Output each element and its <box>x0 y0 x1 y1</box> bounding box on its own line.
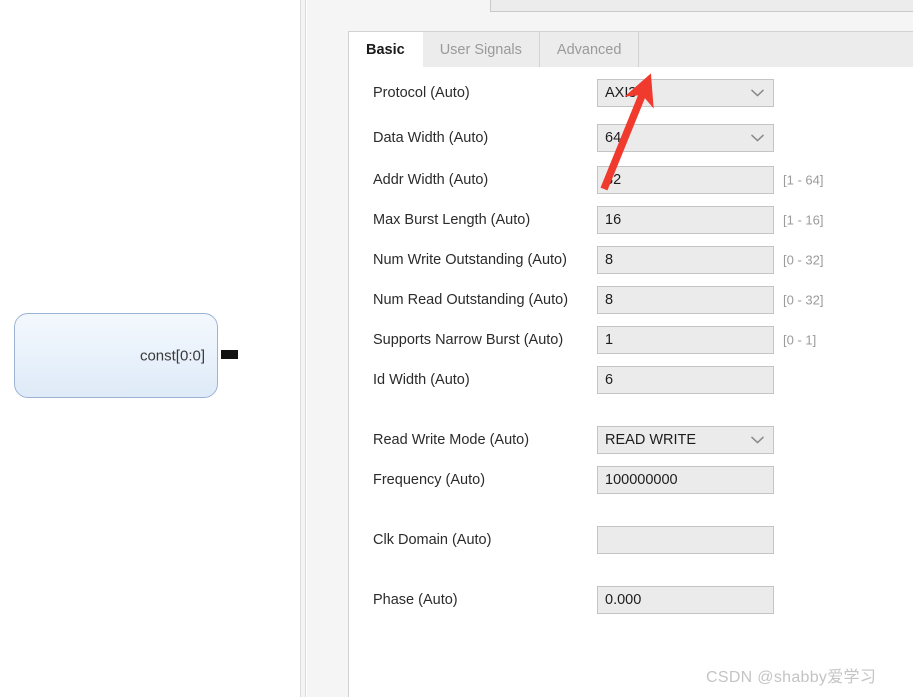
form-row-frequency: Frequency (Auto) 100000000 <box>349 466 913 494</box>
combo-protocol[interactable]: AXI3 <box>597 79 774 107</box>
value-num-write-outstanding: 8 <box>605 252 614 268</box>
tab-user-signals-label: User Signals <box>439 41 522 58</box>
tab-advanced[interactable]: Advanced <box>540 32 640 67</box>
tab-basic-label: Basic <box>366 41 405 58</box>
tab-strip-filler <box>639 32 913 67</box>
hint-addr-width: [1 - 64] <box>783 172 824 188</box>
value-phase: 0.000 <box>605 592 642 608</box>
label-max-burst-length: Max Burst Length (Auto) <box>373 212 531 228</box>
input-addr-width[interactable]: 32 <box>597 166 774 194</box>
value-data-width: 64 <box>605 130 622 146</box>
output-port-stub-icon[interactable] <box>221 350 238 359</box>
input-num-write-outstanding[interactable]: 8 <box>597 246 774 274</box>
value-max-burst-length: 16 <box>605 212 622 228</box>
tab-user-signals[interactable]: User Signals <box>423 32 540 67</box>
input-clk-domain[interactable] <box>597 526 774 554</box>
top-partial-field[interactable] <box>490 0 913 12</box>
form-row-max-burst-length: Max Burst Length (Auto) 16 [1 - 16] <box>349 206 913 234</box>
value-id-width: 6 <box>605 372 614 388</box>
form-row-clk-domain: Clk Domain (Auto) <box>349 526 913 554</box>
form-row-read-write-mode: Read Write Mode (Auto) READ WRITE <box>349 426 913 454</box>
label-id-width: Id Width (Auto) <box>373 372 470 388</box>
input-num-read-outstanding[interactable]: 8 <box>597 286 774 314</box>
label-read-write-mode: Read Write Mode (Auto) <box>373 432 530 448</box>
input-id-width[interactable]: 6 <box>597 366 774 394</box>
form-row-id-width: Id Width (Auto) 6 <box>349 366 913 394</box>
value-frequency: 100000000 <box>605 472 678 488</box>
form-row-phase: Phase (Auto) 0.000 <box>349 586 913 614</box>
chevron-down-icon[interactable] <box>751 436 764 444</box>
label-frequency: Frequency (Auto) <box>373 472 486 488</box>
tab-advanced-label: Advanced <box>556 41 622 58</box>
chevron-down-icon[interactable] <box>751 134 764 142</box>
input-phase[interactable]: 0.000 <box>597 586 774 614</box>
form-row-data-width: Data Width (Auto) 64 <box>349 124 913 152</box>
properties-pane: Basic User Signals Advanced Protocol (Au… <box>307 0 913 697</box>
value-read-write-mode: READ WRITE <box>605 432 697 448</box>
input-max-burst-length[interactable]: 16 <box>597 206 774 234</box>
hint-supports-narrow-burst: [0 - 1] <box>783 332 817 348</box>
label-data-width: Data Width (Auto) <box>373 130 489 146</box>
const-block[interactable]: const[0:0] <box>14 313 218 398</box>
tab-strip: Basic User Signals Advanced <box>348 31 913 67</box>
combo-data-width[interactable]: 64 <box>597 124 774 152</box>
block-design-canvas[interactable]: const[0:0] <box>0 0 300 697</box>
panel-splitter[interactable] <box>300 0 306 697</box>
form-row-protocol: Protocol (Auto) AXI3 <box>349 79 913 107</box>
form-row-num-read-outstanding: Num Read Outstanding (Auto) 8 [0 - 32] <box>349 286 913 314</box>
label-phase: Phase (Auto) <box>373 592 458 608</box>
form-row-addr-width: Addr Width (Auto) 32 [1 - 64] <box>349 166 913 194</box>
basic-tab-panel: Protocol (Auto) AXI3 Data Width (Auto) 64 Ad… <box>348 67 913 697</box>
value-supports-narrow-burst: 1 <box>605 332 614 348</box>
label-clk-domain: Clk Domain (Auto) <box>373 532 492 548</box>
hint-num-write-outstanding: [0 - 32] <box>783 252 824 268</box>
const-block-label: const[0:0] <box>139 347 205 364</box>
form-row-supports-narrow-burst: Supports Narrow Burst (Auto) 1 [0 - 1] <box>349 326 913 354</box>
value-addr-width: 32 <box>605 172 622 188</box>
chevron-down-icon[interactable] <box>751 89 764 97</box>
label-num-read-outstanding: Num Read Outstanding (Auto) <box>373 292 569 308</box>
input-frequency[interactable]: 100000000 <box>597 466 774 494</box>
input-supports-narrow-burst[interactable]: 1 <box>597 326 774 354</box>
form-row-num-write-outstanding: Num Write Outstanding (Auto) 8 [0 - 32] <box>349 246 913 274</box>
hint-max-burst-length: [1 - 16] <box>783 212 824 228</box>
tab-basic[interactable]: Basic <box>349 32 423 67</box>
hint-num-read-outstanding: [0 - 32] <box>783 292 824 308</box>
value-protocol: AXI3 <box>605 85 637 101</box>
label-num-write-outstanding: Num Write Outstanding (Auto) <box>373 252 567 268</box>
value-num-read-outstanding: 8 <box>605 292 614 308</box>
label-protocol: Protocol (Auto) <box>373 85 470 101</box>
combo-read-write-mode[interactable]: READ WRITE <box>597 426 774 454</box>
label-supports-narrow-burst: Supports Narrow Burst (Auto) <box>373 332 564 348</box>
label-addr-width: Addr Width (Auto) <box>373 172 489 188</box>
watermark: CSDN @shabby爱学习 <box>706 669 877 686</box>
